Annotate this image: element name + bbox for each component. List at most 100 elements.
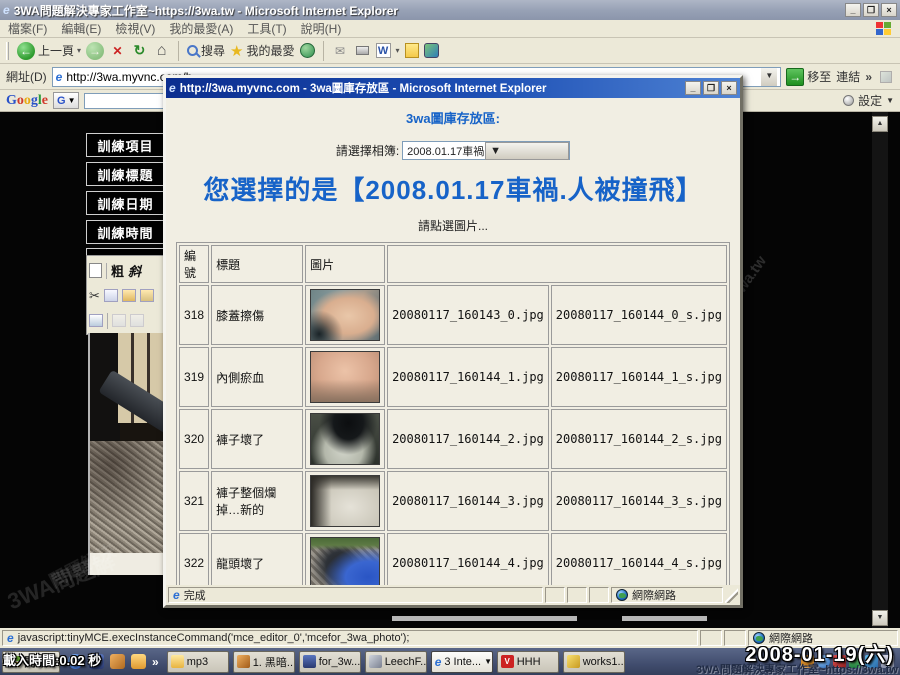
task-button-for3w[interactable]: for_3w... (299, 651, 361, 673)
photo-table: 編號 標題 圖片 318 膝蓋擦傷 20080117_160143_0.jpg … (176, 242, 730, 585)
paste-icon[interactable] (122, 289, 136, 302)
status-pane (724, 630, 746, 646)
background-divider (622, 616, 707, 621)
history-icon[interactable] (300, 43, 315, 58)
links-label[interactable]: 連結 (836, 68, 860, 85)
load-time-overlay: 載入時間:0.02 秒 (3, 650, 101, 669)
quicklaunch-chevron-icon[interactable]: » (152, 655, 159, 669)
go-button[interactable]: → 移至 (786, 68, 831, 86)
thumbnail-image[interactable] (310, 475, 380, 527)
minimize-button[interactable]: _ (845, 3, 861, 17)
windows-logo-icon (876, 22, 892, 36)
bold-button[interactable]: 粗 (111, 261, 124, 280)
photo-filename-small[interactable]: 20080117_160144_1_s.jpg (551, 347, 727, 407)
stop-button[interactable]: ✕ (109, 42, 126, 59)
photo-filename-small[interactable]: 20080117_160144_0_s.jpg (551, 285, 727, 345)
popup-minimize-button[interactable]: _ (685, 81, 701, 95)
address-dropdown-icon[interactable]: ▼ (761, 68, 777, 86)
menu-tools[interactable]: 工具(T) (247, 20, 286, 37)
table-cell-icon[interactable] (130, 314, 144, 327)
photo-filename-small[interactable]: 20080117_160144_2_s.jpg (551, 409, 727, 469)
favorites-label: 我的最愛 (247, 42, 295, 59)
print-button[interactable] (354, 42, 371, 59)
snapshot-icon[interactable] (877, 68, 894, 85)
close-button[interactable]: × (881, 3, 897, 17)
menu-help[interactable]: 說明(H) (301, 20, 342, 37)
edit-dropdown-icon[interactable]: ▾ (396, 46, 400, 55)
google-settings-button[interactable]: 設定 ▼ (843, 92, 894, 109)
popup-close-button[interactable]: × (721, 81, 737, 95)
col-header-id: 編號 (179, 245, 209, 283)
cut-icon[interactable]: ✂ (89, 288, 100, 304)
google-g-button[interactable]: G ▼ (53, 92, 79, 109)
photo-filename[interactable]: 20080117_160144_3.jpg (387, 471, 549, 531)
main-title-bar: e 3WA問題解決專家工作室~https://3wa.tw - Microsof… (0, 0, 900, 20)
sidebar-item-training-time[interactable]: 訓練時間 (86, 220, 165, 244)
print-icon (356, 46, 369, 55)
menu-file[interactable]: 檔案(F) (8, 20, 47, 37)
vertical-scrollbar[interactable]: ▲ ▼ (872, 112, 888, 628)
table-row: 321 褲子整個爛掉…新的 20080117_160144_3.jpg 2008… (179, 471, 727, 531)
back-dropdown-icon[interactable]: ▾ (77, 46, 81, 55)
task-button-works1[interactable]: works1... (563, 651, 625, 673)
desktop-screen: e 3WA問題解決專家工作室~https://3wa.tw - Microsof… (0, 0, 900, 675)
sidebar-item-training-item[interactable]: 訓練項目 (86, 133, 165, 157)
mail-button[interactable]: ✉ (332, 42, 349, 59)
photo-filename[interactable]: 20080117_160143_0.jpg (387, 285, 549, 345)
menu-favorites[interactable]: 我的最愛(A) (169, 20, 233, 37)
album-selected-value: 2008.01.17車禍.人被撞飛 (403, 143, 485, 159)
search-button[interactable]: 搜尋 (187, 42, 225, 59)
album-select[interactable]: 2008.01.17車禍.人被撞飛 ▼ (402, 141, 570, 160)
copy-icon[interactable] (104, 289, 118, 302)
sidebar-item-training-date[interactable]: 訓練日期 (86, 191, 165, 215)
main-window-title: 3WA問題解決專家工作室~https://3wa.tw - Microsoft … (14, 2, 843, 19)
thumbnail-image[interactable] (310, 413, 380, 465)
messenger-icon[interactable] (424, 43, 439, 58)
notes-icon[interactable] (405, 43, 419, 58)
table-row-icon[interactable] (112, 314, 126, 327)
toolbar-grip[interactable] (6, 42, 9, 60)
popup-restore-button[interactable]: ❐ (703, 81, 719, 95)
task-button-leech[interactable]: LeechF... (365, 651, 427, 673)
home-button[interactable]: ⌂ (153, 42, 170, 59)
task-button-hhh[interactable]: V HHH (497, 651, 559, 673)
thumbnail-image[interactable] (310, 351, 380, 403)
task-button-ie-group[interactable]: e 3 Inte... ▼ (431, 651, 493, 673)
forward-button[interactable]: → (86, 42, 104, 60)
editor-toolbar: 粗 斜 ✂ (86, 255, 166, 335)
popup-title-bar[interactable]: e http://3wa.myvnc.com - 3wa圖庫存放區 - Micr… (166, 78, 740, 98)
table-edit-icon[interactable] (89, 314, 103, 327)
back-button[interactable]: ← 上一頁 ▾ (17, 42, 81, 60)
photo-filename[interactable]: 20080117_160144_2.jpg (387, 409, 549, 469)
photo-filename-small[interactable]: 20080117_160144_4_s.jpg (551, 533, 727, 585)
restore-button[interactable]: ❐ (863, 3, 879, 17)
popup-status-pane (545, 587, 565, 603)
paste-word-icon[interactable] (140, 289, 154, 302)
album-dropdown-icon[interactable]: ▼ (485, 142, 569, 160)
photo-filename-small[interactable]: 20080117_160144_3_s.jpg (551, 471, 727, 531)
scroll-up-icon[interactable]: ▲ (872, 116, 888, 132)
resize-grip[interactable] (725, 587, 738, 603)
sidebar-item-training-title[interactable]: 訓練標題 (86, 162, 165, 186)
photo-filename[interactable]: 20080117_160144_4.jpg (387, 533, 549, 585)
task-button-mp3[interactable]: mp3 (167, 651, 229, 673)
quicklaunch-brush-icon[interactable] (110, 654, 125, 669)
menu-edit[interactable]: 編輯(E) (61, 20, 101, 37)
links-chevron-icon[interactable]: » (865, 70, 872, 84)
photo-title: 龍頭壞了 (211, 533, 303, 585)
refresh-button[interactable]: ↻ (131, 42, 148, 59)
word-edit-button[interactable]: W (376, 43, 391, 58)
popup-status-bar: e 完成 網際網路 (166, 585, 740, 605)
photo-title: 褲子壞了 (211, 409, 303, 469)
quicklaunch-clock-icon[interactable] (131, 654, 146, 669)
thumbnail-image[interactable] (310, 537, 380, 585)
photo-filename[interactable]: 20080117_160144_1.jpg (387, 347, 549, 407)
task-button-dark[interactable]: 1. 黑暗... (233, 651, 295, 673)
favorites-button[interactable]: ★ 我的最愛 (230, 42, 294, 60)
new-document-icon[interactable] (89, 263, 102, 278)
google-dropdown-icon: ▼ (68, 96, 76, 105)
scroll-down-icon[interactable]: ▼ (872, 610, 888, 626)
menu-view[interactable]: 檢視(V) (115, 20, 155, 37)
italic-button[interactable]: 斜 (128, 261, 141, 280)
thumbnail-image[interactable] (310, 289, 380, 341)
